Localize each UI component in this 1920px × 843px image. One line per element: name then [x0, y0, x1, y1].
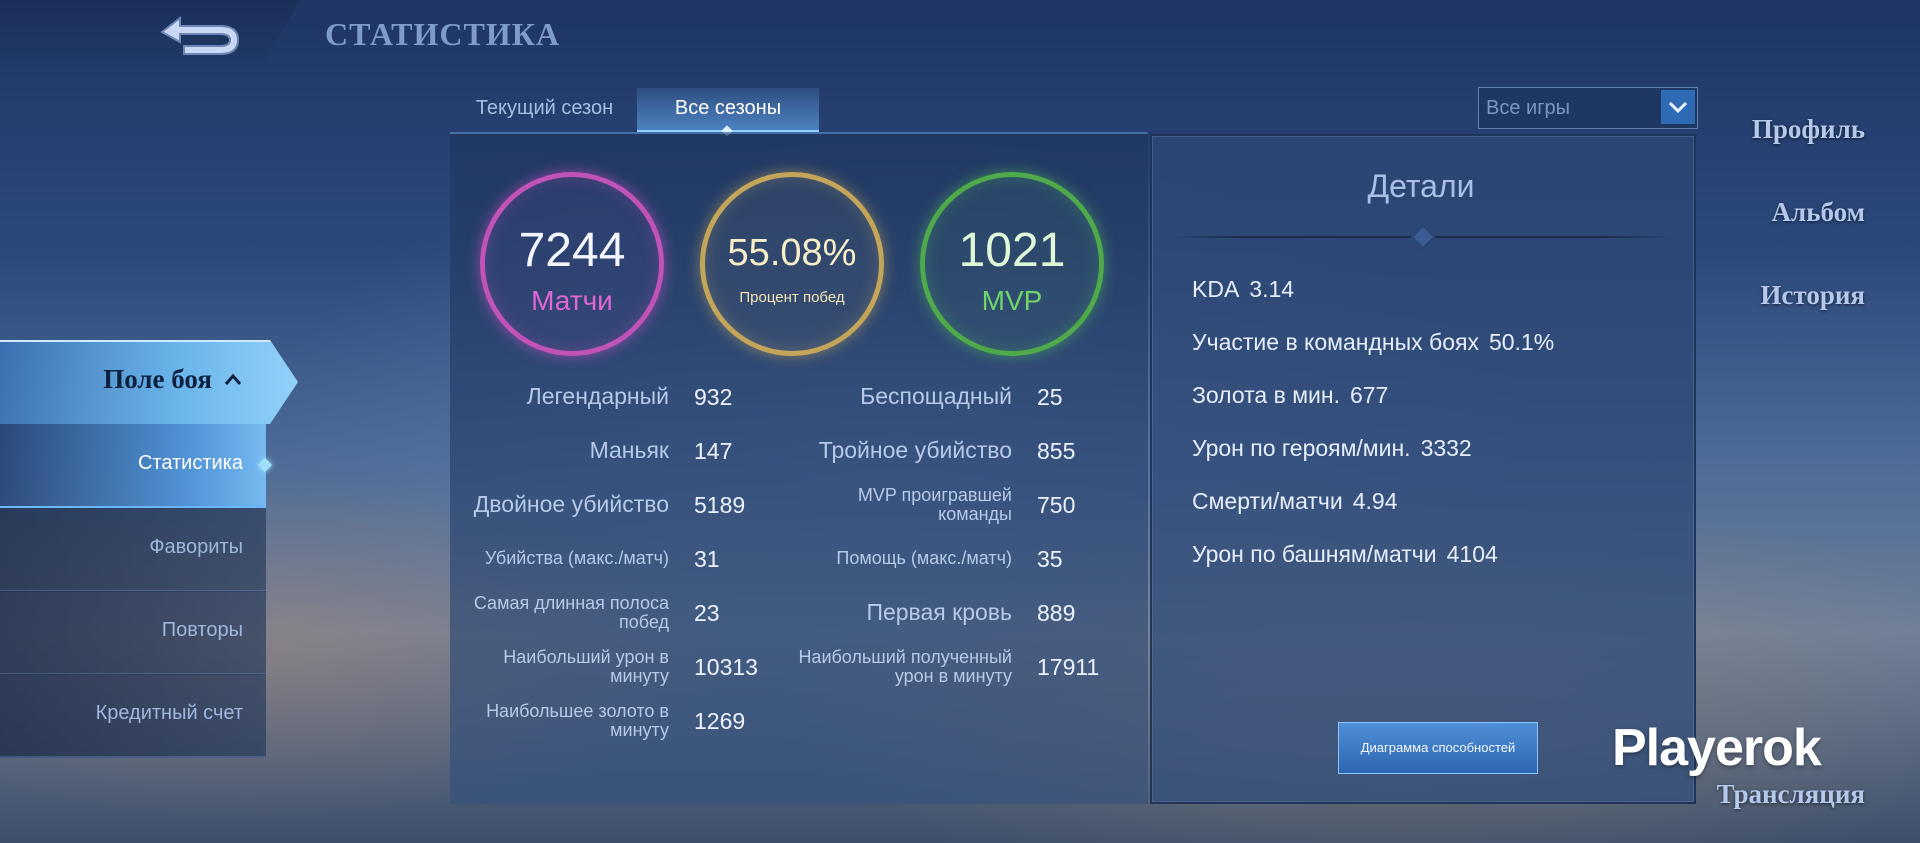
matches-value: 7244 [518, 224, 626, 277]
stat-max-taken-value: 17911 [1037, 654, 1100, 680]
stat-max-taken-label: Наибольший полученный урон в минуту [798, 647, 1012, 686]
detail-deaths-label: Смерти/матчи [1192, 488, 1343, 514]
detail-kda-value: 3.14 [1249, 276, 1295, 302]
sidebar-item-broadcast[interactable]: Трансляция [1716, 779, 1865, 810]
ability-chart-button[interactable]: Диаграмма способностей [1338, 722, 1538, 774]
detail-gold-value: 677 [1349, 382, 1389, 408]
stat-double-kill-label: Двойное убийство [473, 491, 669, 517]
winrate-ring: 55.08% Процент побед [700, 172, 884, 356]
watermark-logo: Playerok [1612, 719, 1822, 777]
sidebar-item-history[interactable]: История [1760, 280, 1865, 311]
sidebar-item-battlefield[interactable]: Поле боя [0, 340, 298, 424]
stat-double-kill-value: 5189 [694, 492, 746, 518]
detail-row-tower-damage: Урон по башням/матчи 4104 [1192, 541, 1498, 568]
active-indicator-icon [257, 457, 273, 473]
page-title: СТАТИСТИКА [325, 16, 561, 52]
back-arrow-icon [160, 15, 240, 55]
games-filter-value: Все игры [1486, 97, 1570, 119]
winrate-value: 55.08% [727, 232, 857, 274]
stat-max-assists-label: Помощь (макс./матч) [836, 548, 1012, 568]
sidebar-subitem-favorites[interactable]: Фавориты [0, 508, 266, 592]
detail-kda-label: KDA [1192, 276, 1240, 302]
mvp-ring: 1021 MVP [920, 172, 1104, 356]
stat-max-kills-label: Убийства (макс./матч) [484, 548, 669, 568]
stat-max-assists-value: 35 [1037, 546, 1063, 572]
sidebar-item-profile[interactable]: Профиль [1752, 114, 1865, 145]
stat-max-kills-value: 31 [694, 546, 720, 572]
stat-triple-kill-value: 855 [1037, 438, 1076, 464]
stat-maniac-label: Маньяк [589, 437, 669, 463]
stat-max-gold-value: 1269 [694, 708, 746, 734]
stat-triple-kill-label: Тройное убийство [818, 437, 1012, 463]
chevron-up-icon [224, 373, 242, 385]
tab-all-seasons-label: Все сезоны [674, 97, 782, 119]
tab-all-seasons[interactable]: Все сезоны [637, 88, 819, 137]
detail-hero-damage-value: 3332 [1420, 435, 1472, 461]
sidebar-item-battlefield-label: Поле боя [103, 364, 212, 394]
sidebar-item-album[interactable]: Альбом [1772, 197, 1865, 228]
stat-max-damage-value: 10313 [694, 654, 758, 680]
detail-deaths-value: 4.94 [1352, 488, 1398, 514]
matches-label: Матчи [531, 285, 613, 316]
sidebar-subitem-statistics[interactable]: Статистика [0, 424, 273, 508]
detail-row-deaths: Смерти/матчи 4.94 [1192, 488, 1398, 515]
detail-tower-damage-value: 4104 [1446, 541, 1498, 567]
chevron-down-icon [1668, 101, 1688, 114]
tab-current-season[interactable]: Текущий сезон [452, 88, 637, 130]
detail-teamfight-label: Участие в командных боях [1192, 329, 1479, 355]
stat-savage-label: Беспощадный [860, 383, 1012, 409]
detail-gold-label: Золота в мин. [1192, 382, 1340, 408]
mvp-label: MVP [981, 285, 1043, 316]
stat-mvp-lose-value: 750 [1037, 492, 1076, 518]
stat-max-gold-label: Наибольшее золото в минуту [486, 701, 669, 740]
sidebar-subitem-statistics-label: Статистика [137, 452, 243, 474]
dropdown-button[interactable] [1661, 90, 1695, 124]
stat-first-blood-value: 889 [1037, 600, 1076, 626]
stat-win-streak-value: 23 [694, 600, 720, 626]
detail-row-gold: Золота в мин. 677 [1192, 382, 1388, 409]
mvp-value: 1021 [958, 224, 1066, 277]
back-button-panel [0, 0, 300, 70]
stat-maniac-value: 147 [694, 438, 733, 464]
detail-row-hero-damage: Урон по героям/мин. 3332 [1192, 435, 1472, 462]
sidebar-subitem-replays[interactable]: Повторы [0, 591, 266, 675]
sidebar-subitem-credit-label: Кредитный счет [95, 702, 243, 724]
stat-mvp-lose-label: MVP проигравшей команды [857, 485, 1012, 524]
detail-row-teamfight: Участие в командных боях 50.1% [1192, 329, 1554, 356]
stat-first-blood-label: Первая кровь [866, 599, 1012, 625]
stat-legendary-label: Легендарный [526, 383, 669, 409]
back-button[interactable] [150, 10, 250, 60]
sidebar-subitem-favorites-label: Фавориты [149, 536, 243, 558]
details-title: Детали [1367, 168, 1475, 204]
games-filter-select[interactable]: Все игры [1478, 87, 1698, 129]
stat-win-streak-label: Самая длинная полоса побед [473, 593, 669, 632]
sidebar-subitem-credit[interactable]: Кредитный счет [0, 674, 266, 758]
matches-ring: 7244 Матчи [480, 172, 664, 356]
detail-teamfight-value: 50.1% [1488, 329, 1555, 355]
detail-hero-damage-label: Урон по героям/мин. [1192, 435, 1411, 461]
stat-legendary-value: 932 [694, 384, 733, 410]
stat-savage-value: 25 [1037, 384, 1063, 410]
stat-max-damage-label: Наибольший урон в минуту [503, 647, 669, 686]
detail-row-kda: KDA 3.14 [1192, 276, 1294, 303]
detail-tower-damage-label: Урон по башням/матчи [1192, 541, 1437, 567]
winrate-label: Процент побед [739, 289, 845, 306]
sidebar-subitem-replays-label: Повторы [161, 619, 243, 641]
